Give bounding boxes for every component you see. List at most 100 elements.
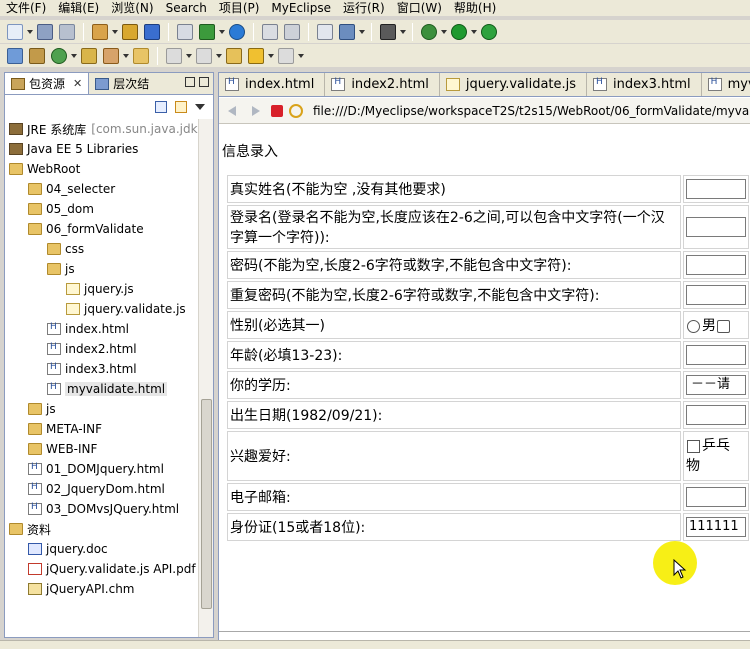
tree-item[interactable]: js bbox=[47, 259, 75, 279]
tree-item[interactable]: jquery.validate.js bbox=[66, 299, 186, 319]
open-type-icon[interactable] bbox=[122, 23, 138, 40]
tasks-icon[interactable] bbox=[317, 23, 333, 40]
tree-item[interactable]: JRE 系统库 [com.sun.java.jdk bbox=[9, 119, 198, 139]
server-dropdown-icon[interactable] bbox=[219, 24, 225, 40]
prev-annotation-dropdown-icon[interactable] bbox=[216, 48, 222, 64]
menu-item[interactable]: MyEclipse bbox=[265, 0, 337, 16]
tree-item[interactable]: jQueryAPI.chm bbox=[28, 579, 135, 599]
editor-tab[interactable]: index2.html bbox=[325, 73, 440, 96]
menu-item[interactable]: 浏览(N) bbox=[105, 0, 159, 16]
new-class-icon[interactable] bbox=[7, 47, 23, 64]
last-edit-icon[interactable] bbox=[226, 47, 242, 64]
tree-item[interactable]: jquery.js bbox=[66, 279, 134, 299]
tree-item[interactable]: myvalidate.html bbox=[47, 379, 168, 399]
forward-icon[interactable] bbox=[247, 103, 263, 119]
id-number-input[interactable]: 111111 bbox=[686, 517, 746, 537]
scrollbar-thumb[interactable] bbox=[201, 399, 212, 609]
tree-item[interactable]: 04_selecter bbox=[28, 179, 115, 199]
open-resource-icon[interactable] bbox=[144, 23, 160, 40]
tree-item[interactable]: index2.html bbox=[47, 339, 137, 359]
menu-item[interactable]: 帮助(H) bbox=[448, 0, 502, 16]
text-input[interactable] bbox=[686, 179, 746, 199]
tree-item[interactable]: css bbox=[47, 239, 84, 259]
run-icon[interactable] bbox=[451, 23, 467, 40]
tree-scrollbar[interactable] bbox=[198, 119, 213, 637]
text-input[interactable] bbox=[686, 345, 746, 365]
console-icon[interactable] bbox=[339, 23, 355, 40]
text-input[interactable] bbox=[686, 285, 746, 305]
link-with-editor-icon[interactable] bbox=[175, 101, 187, 113]
menu-item[interactable]: 项目(P) bbox=[213, 0, 266, 16]
menu-item[interactable]: 文件(F) bbox=[0, 0, 52, 16]
new-project-icon[interactable] bbox=[92, 23, 108, 40]
forward-arrow-icon[interactable] bbox=[278, 47, 294, 64]
editor-tab[interactable]: myva bbox=[702, 73, 750, 96]
back-dropdown-icon[interactable] bbox=[268, 48, 274, 64]
hobby-checkbox[interactable] bbox=[687, 439, 700, 453]
tree-item[interactable]: Java EE 5 Libraries bbox=[9, 139, 138, 159]
new-dropdown-icon[interactable] bbox=[27, 24, 33, 40]
tree-item[interactable]: jQuery.validate.js API.pdf bbox=[28, 559, 196, 579]
debug-dropdown-icon[interactable] bbox=[441, 24, 447, 40]
menu-item[interactable]: 编辑(E) bbox=[52, 0, 105, 16]
browser-icon[interactable] bbox=[229, 23, 245, 40]
tree-item[interactable]: 02_JqueryDom.html bbox=[28, 479, 165, 499]
tree-item[interactable]: 01_DOMJquery.html bbox=[28, 459, 164, 479]
tree-item[interactable]: js bbox=[28, 399, 56, 419]
refresh-icon[interactable] bbox=[289, 103, 303, 118]
editor-tab[interactable]: index.html bbox=[219, 73, 326, 96]
menu-item[interactable]: 窗口(W) bbox=[391, 0, 448, 16]
forward-dropdown-icon[interactable] bbox=[298, 48, 304, 64]
camera-dropdown-icon[interactable] bbox=[400, 24, 406, 40]
tree-item[interactable]: index3.html bbox=[47, 359, 137, 379]
wand-icon[interactable] bbox=[103, 47, 119, 64]
back-arrow-icon[interactable] bbox=[248, 47, 264, 64]
open-perspective-icon[interactable] bbox=[81, 47, 97, 64]
tree-item[interactable]: index.html bbox=[47, 319, 129, 339]
url-field[interactable]: file:///D:/Myeclipse/workspaceT2S/t2s15/… bbox=[313, 104, 750, 118]
tree-item[interactable]: 06_formValidate bbox=[28, 219, 144, 239]
console-dropdown-icon[interactable] bbox=[359, 24, 365, 40]
editor-tab[interactable]: index3.html bbox=[587, 73, 702, 96]
new-wizard-icon[interactable] bbox=[7, 23, 23, 40]
run-external-icon[interactable] bbox=[481, 23, 497, 40]
server-icon[interactable] bbox=[199, 23, 215, 40]
menu-item[interactable]: 运行(R) bbox=[337, 0, 391, 16]
collapse-all-icon[interactable] bbox=[155, 101, 167, 113]
save-icon[interactable] bbox=[37, 23, 53, 40]
tab-package-explorer[interactable]: 包资源 ✕ bbox=[5, 73, 90, 94]
minimize-icon[interactable] bbox=[185, 77, 195, 87]
wand-dropdown-icon[interactable] bbox=[123, 48, 129, 64]
open-folder-icon[interactable] bbox=[133, 47, 149, 64]
back-icon[interactable] bbox=[225, 103, 241, 119]
new-project-dropdown-icon[interactable] bbox=[112, 24, 118, 40]
history-icon[interactable] bbox=[284, 23, 300, 40]
text-input[interactable] bbox=[686, 255, 746, 275]
tree-item[interactable]: WebRoot bbox=[9, 159, 80, 179]
tab-hierarchy[interactable]: 层次结 bbox=[89, 73, 155, 94]
view-menu-icon[interactable] bbox=[195, 104, 205, 110]
prev-annotation-icon[interactable] bbox=[196, 47, 212, 64]
new-interface-dropdown-icon[interactable] bbox=[71, 48, 77, 64]
close-icon[interactable]: ✕ bbox=[73, 77, 82, 90]
sync-icon[interactable] bbox=[262, 23, 278, 40]
tree-item[interactable]: META-INF bbox=[28, 419, 102, 439]
text-input[interactable] bbox=[686, 217, 746, 237]
gender-radio[interactable] bbox=[687, 319, 700, 333]
tree-item[interactable]: 05_dom bbox=[28, 199, 94, 219]
text-input[interactable] bbox=[686, 405, 746, 425]
debug-icon[interactable] bbox=[421, 23, 437, 40]
save-all-icon[interactable] bbox=[59, 23, 75, 40]
editor-tab[interactable]: jquery.validate.js bbox=[440, 73, 588, 96]
new-interface-icon[interactable] bbox=[51, 47, 67, 64]
new-package-icon[interactable] bbox=[29, 47, 45, 64]
gender-radio[interactable] bbox=[717, 319, 730, 333]
text-input[interactable] bbox=[686, 487, 746, 507]
stop-icon[interactable] bbox=[271, 104, 283, 117]
maximize-icon[interactable] bbox=[199, 77, 209, 87]
tree-item[interactable]: 资料 bbox=[9, 519, 51, 539]
menu-item[interactable]: Search bbox=[160, 0, 213, 16]
deploy-icon[interactable] bbox=[177, 23, 193, 40]
next-annotation-icon[interactable] bbox=[166, 47, 182, 64]
tree-item[interactable]: 03_DOMvsJQuery.html bbox=[28, 499, 179, 519]
